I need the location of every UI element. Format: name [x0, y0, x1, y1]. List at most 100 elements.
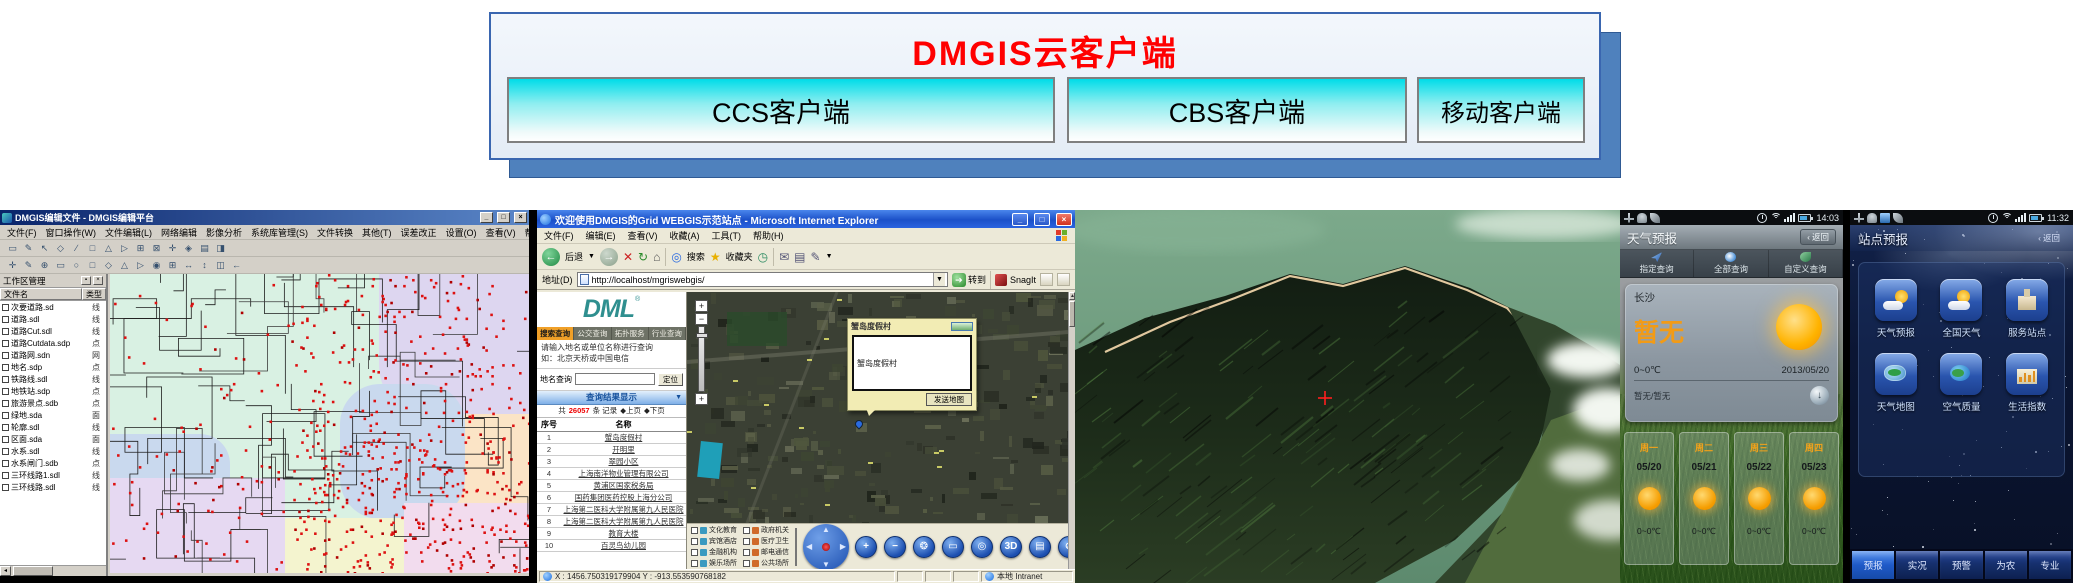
menu-item[interactable]: 查看(V): [486, 226, 516, 239]
layer-checkbox[interactable]: [2, 423, 9, 431]
result-link[interactable]: 翠园小区: [561, 455, 686, 468]
next-page-link[interactable]: ◆下页: [644, 405, 665, 416]
layer-checkbox[interactable]: [2, 447, 9, 455]
refresh-button[interactable]: ↻: [638, 250, 648, 264]
legend-checkbox[interactable]: [691, 526, 698, 534]
map-tool-button[interactable]: ◎: [971, 535, 993, 558]
toolbar-icon[interactable]: ↖: [37, 241, 52, 255]
bottom-tab[interactable]: 预报: [1852, 551, 1895, 579]
result-row[interactable]: 9 教育大楼: [537, 527, 686, 540]
menu-item[interactable]: 文件(F): [7, 226, 37, 239]
menu-item[interactable]: 编辑(E): [586, 229, 616, 242]
layer-row[interactable]: 道路Cutdata.sdp 点: [0, 337, 106, 349]
toolbar-icon[interactable]: ↕: [197, 258, 212, 272]
popup-minimize-button[interactable]: [951, 322, 973, 331]
toolbar-overflow-icon[interactable]: ▼: [826, 253, 833, 260]
zoom-out-icon[interactable]: −: [695, 313, 708, 325]
gis-titlebar[interactable]: DMGIS编辑文件 - DMGIS编辑平台 _ □ ×: [0, 210, 529, 225]
column-filename[interactable]: 文件名: [0, 288, 82, 300]
map-tool-button[interactable]: −: [884, 535, 906, 558]
toolbar-icon[interactable]: ◫: [213, 258, 228, 272]
layer-row[interactable]: 地铁站.sdp 点: [0, 385, 106, 397]
zoom-in-bottom-icon[interactable]: +: [695, 393, 708, 405]
result-row[interactable]: 3 翠园小区: [537, 455, 686, 468]
layer-row[interactable]: 水系闸门.sdb 点: [0, 457, 106, 469]
toolbar-icon[interactable]: ○: [69, 258, 84, 272]
toolbar-icon[interactable]: ▤: [197, 241, 212, 255]
zoom-in-icon[interactable]: +: [695, 300, 708, 312]
minimize-button[interactable]: _: [480, 212, 493, 223]
layer-checkbox[interactable]: [2, 459, 9, 467]
map-tool-button[interactable]: 3D: [1000, 535, 1022, 558]
favorites-icon[interactable]: ★: [710, 250, 721, 264]
layer-row[interactable]: 地名.sdp 点: [0, 361, 106, 373]
toolbar-icon[interactable]: ✎: [21, 241, 36, 255]
menu-item[interactable]: 工具(T): [712, 229, 742, 242]
legend-checkbox[interactable]: [743, 548, 750, 556]
legend-item[interactable]: 宾馆酒店: [691, 536, 737, 546]
scroll-left-icon[interactable]: ◂: [0, 566, 11, 576]
prev-page-link[interactable]: ◆上页: [620, 405, 641, 416]
legend-item[interactable]: 政府机关: [743, 525, 789, 535]
home-button[interactable]: ⌂: [653, 250, 660, 264]
minimize-button[interactable]: _: [1012, 212, 1028, 226]
toolbar-icon[interactable]: △: [117, 258, 132, 272]
pin-icon[interactable]: ▪: [81, 276, 91, 285]
toolbar-icon[interactable]: ←: [229, 258, 244, 272]
app-item-air-quality[interactable]: 空气质量: [1929, 353, 1995, 413]
app-item-weather-forecast[interactable]: 天气预报: [1863, 279, 1929, 339]
map-vertical-slider[interactable]: [795, 527, 797, 566]
maximize-button[interactable]: □: [497, 212, 510, 223]
result-link[interactable]: 上海第二医科大学附属第九人民医院: [561, 503, 686, 516]
layer-checkbox[interactable]: [2, 363, 9, 371]
bottom-tab[interactable]: 专业: [2028, 551, 2072, 579]
result-link[interactable]: 上海南洋物业管理有限公司: [561, 467, 686, 480]
app-item-service-stations[interactable]: 服务站点: [1994, 279, 2060, 339]
menu-item[interactable]: 文件转换: [317, 226, 353, 239]
menu-item[interactable]: 帮助(H): [753, 229, 784, 242]
toolbar-icon[interactable]: ⊞: [165, 258, 180, 272]
snagit-window-icon[interactable]: [1040, 273, 1053, 286]
result-link[interactable]: 百灵鸟幼儿园: [561, 539, 686, 552]
map-zoom-control[interactable]: + − +: [694, 300, 709, 405]
browser-titlebar[interactable]: 欢迎使用DMGIS的Grid WEBGIS示范站点 - Microsoft In…: [537, 210, 1075, 228]
toolbar-icon[interactable]: ↔: [181, 258, 196, 272]
toolbar-icon[interactable]: ◇: [101, 258, 116, 272]
legend-item[interactable]: 医疗卫生: [743, 536, 789, 546]
forecast-card[interactable]: 周四 05/23 0~0℃: [1789, 432, 1839, 565]
toolbar-icon[interactable]: ⊕: [37, 258, 52, 272]
result-link[interactable]: 开明里: [561, 443, 686, 456]
layer-checkbox[interactable]: [2, 375, 9, 383]
toolbar-icon[interactable]: ⊠: [149, 241, 164, 255]
bottom-tab[interactable]: 为农: [1984, 551, 2027, 579]
legend-item[interactable]: 金融机构: [691, 547, 737, 557]
menu-item[interactable]: 收藏(A): [670, 229, 700, 242]
layer-checkbox[interactable]: [2, 327, 9, 335]
toolbar-icon[interactable]: ◈: [181, 241, 196, 255]
menu-item[interactable]: 系统库管理(S): [251, 226, 308, 239]
layer-checkbox[interactable]: [2, 399, 9, 407]
sidebar-tab[interactable]: 行业查询: [648, 327, 686, 340]
back-button[interactable]: ‹ 返回: [2033, 231, 2065, 246]
toolbar-icon[interactable]: ▭: [53, 258, 68, 272]
app-item-weather-map[interactable]: 天气地图: [1863, 353, 1929, 413]
horizontal-scrollbar[interactable]: ◂: [0, 565, 106, 576]
layer-row[interactable]: 铁路线.sdl 线: [0, 373, 106, 385]
go-button[interactable]: ➔ 转到: [951, 272, 986, 287]
query-tab[interactable]: 自定义查询: [1769, 250, 1843, 277]
pan-center-icon[interactable]: [822, 542, 830, 551]
edit-icon[interactable]: ✎: [811, 250, 821, 264]
layer-row[interactable]: 次要道路.sd 线: [0, 301, 106, 313]
layer-checkbox[interactable]: [2, 351, 9, 359]
placename-input[interactable]: [575, 373, 655, 386]
query-tab[interactable]: 全部查询: [1694, 250, 1769, 277]
vertical-scrollbar[interactable]: ▲: [1068, 292, 1075, 569]
menu-item[interactable]: 文件(F): [544, 229, 574, 242]
close-button[interactable]: ×: [514, 212, 527, 223]
toolbar-icon[interactable]: ▭: [5, 241, 20, 255]
layer-checkbox[interactable]: [2, 303, 9, 311]
mobile-client-box[interactable]: 移动客户端: [1417, 77, 1585, 143]
menu-item[interactable]: 文件编辑(L): [105, 226, 152, 239]
legend-item[interactable]: 娱乐场所: [691, 558, 737, 568]
layer-checkbox[interactable]: [2, 315, 9, 323]
